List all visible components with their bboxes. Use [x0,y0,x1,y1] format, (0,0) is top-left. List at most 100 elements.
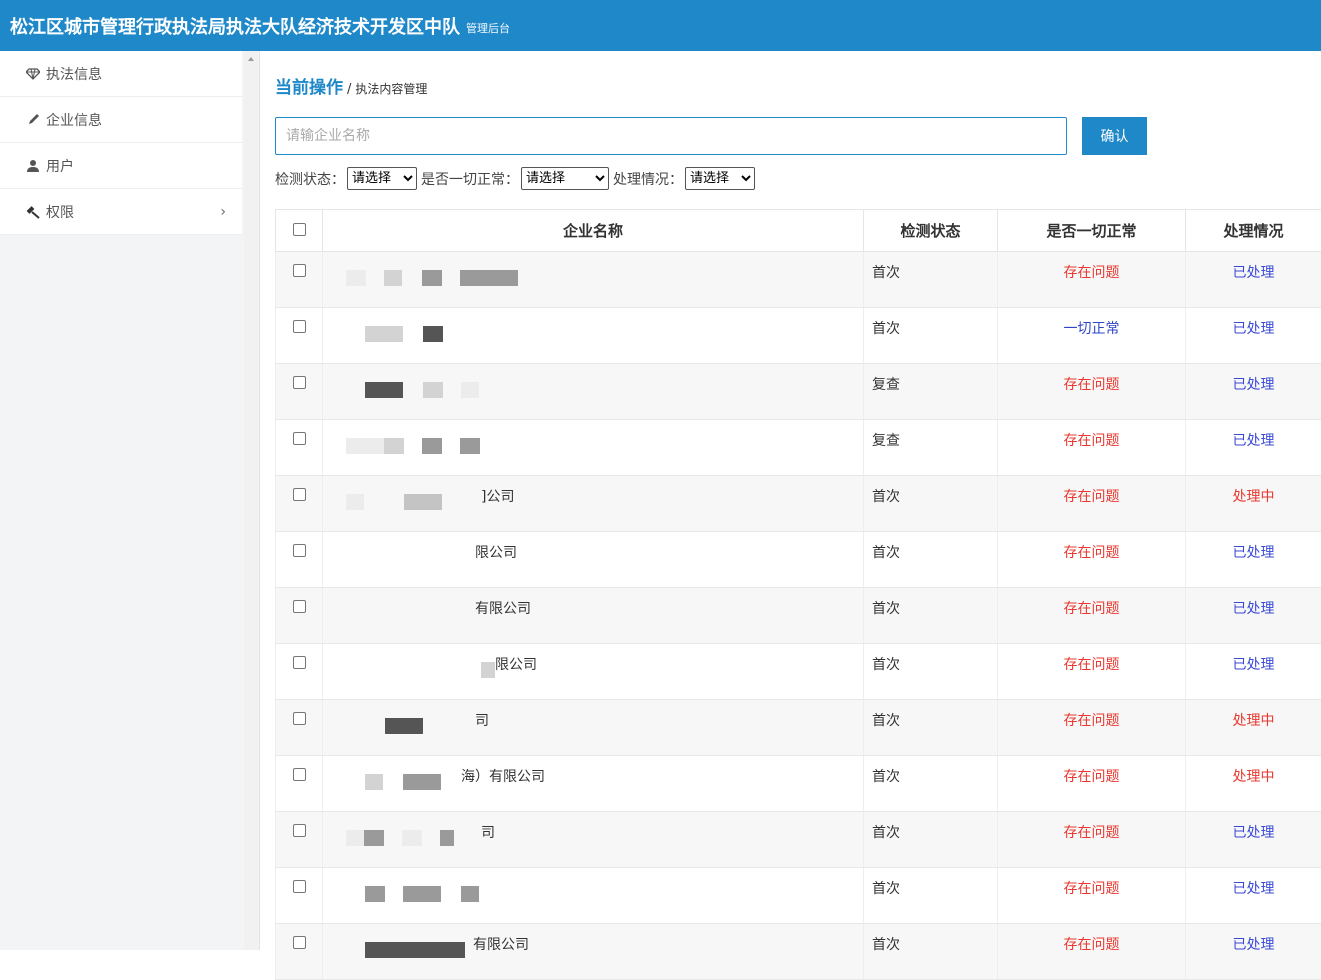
row-checkbox[interactable] [293,488,306,501]
table-row[interactable]: 海）有限公司 首次 存在问题 处理中 [276,756,1321,812]
handle-status-cell[interactable]: 已处理 [1186,868,1321,924]
normal-status-cell: 存在问题 [998,532,1186,588]
search-row: 确认 [275,117,1321,155]
detect-status-cell: 首次 [864,476,998,532]
company-name-cell [323,420,864,476]
breadcrumb-path: 执法内容管理 [355,80,427,97]
filter-label-handle-status: 处理情况： [613,169,683,189]
column-header-handle: 处理情况 [1186,210,1321,252]
company-name-cell: 限公司 [323,644,864,700]
normal-status-cell: 存在问题 [998,588,1186,644]
normal-status-cell: 存在问题 [998,924,1186,980]
company-name-cell [323,868,864,924]
row-checkbox[interactable] [293,600,306,613]
select-all-checkbox-cell[interactable] [276,210,323,252]
handle-status-cell[interactable]: 已处理 [1186,812,1321,868]
select-all-checkbox[interactable] [293,223,306,236]
handle-status-cell[interactable]: 已处理 [1186,364,1321,420]
handle-status-cell[interactable]: 已处理 [1186,308,1321,364]
row-checkbox[interactable] [293,656,306,669]
company-name-cell: 司 [323,812,864,868]
diamond-icon [24,68,42,80]
confirm-button[interactable]: 确认 [1082,117,1147,155]
search-input[interactable] [275,117,1067,155]
sidebar-item-label: 执法信息 [46,64,102,84]
filter-row: 检测状态： 请选择 是否一切正常： 请选择 处理情况： 请选择 [275,167,1321,190]
detect-status-cell: 首次 [864,700,998,756]
normal-status-cell: 存在问题 [998,420,1186,476]
handle-status-cell[interactable]: 已处理 [1186,644,1321,700]
table-row[interactable]: 复查 存在问题 已处理 [276,420,1321,476]
all-normal-select[interactable]: 请选择 [521,167,609,190]
breadcrumb: 当前操作 / 执法内容管理 [275,73,1321,98]
detect-status-select[interactable]: 请选择 [347,167,417,190]
normal-status-cell: 存在问题 [998,644,1186,700]
table-row[interactable]: 司 首次 存在问题 处理中 [276,700,1321,756]
app-title: 松江区城市管理行政执法局执法大队经济技术开发区中队 [10,13,460,39]
handle-status-cell[interactable]: 处理中 [1186,476,1321,532]
handle-status-cell[interactable]: 已处理 [1186,588,1321,644]
table-row[interactable]: 有限公司 首次 存在问题 已处理 [276,924,1321,980]
detect-status-cell: 首次 [864,308,998,364]
table-row[interactable]: 限公司 首次 存在问题 已处理 [276,532,1321,588]
company-name-cell: ]公司 [323,476,864,532]
row-checkbox[interactable] [293,544,306,557]
app-subtitle: 管理后台 [466,20,510,36]
sidebar-scrollbar[interactable] [244,51,258,950]
handle-status-cell[interactable]: 已处理 [1186,420,1321,476]
sidebar-menu: 执法信息 企业信息 用户 权限 › [0,51,242,235]
normal-status-cell: 存在问题 [998,252,1186,308]
user-icon [24,159,42,172]
row-checkbox[interactable] [293,712,306,725]
main-content: 当前操作 / 执法内容管理 确认 检测状态： 请选择 是否一切正常： 请选择 处… [275,51,1321,980]
detect-status-cell: 复查 [864,364,998,420]
handle-status-select[interactable]: 请选择 [685,167,755,190]
row-checkbox[interactable] [293,824,306,837]
handle-status-cell[interactable]: 处理中 [1186,700,1321,756]
handle-status-cell[interactable]: 处理中 [1186,756,1321,812]
table-header-row: 企业名称 检测状态 是否一切正常 处理情况 [276,210,1321,252]
row-checkbox[interactable] [293,376,306,389]
row-checkbox[interactable] [293,768,306,781]
table-row[interactable]: 首次 存在问题 已处理 [276,252,1321,308]
table-row[interactable]: 复查 存在问题 已处理 [276,364,1321,420]
handle-status-cell[interactable]: 已处理 [1186,924,1321,980]
company-name-cell: 司 [323,700,864,756]
chevron-right-icon: › [220,204,226,220]
normal-status-cell: 存在问题 [998,700,1186,756]
row-checkbox[interactable] [293,880,306,893]
company-name-cell: 有限公司 [323,588,864,644]
handle-status-cell[interactable]: 已处理 [1186,532,1321,588]
row-checkbox[interactable] [293,264,306,277]
top-header-bar: 松江区城市管理行政执法局执法大队经济技术开发区中队 管理后台 [0,0,1321,51]
detect-status-cell: 复查 [864,420,998,476]
filter-label-detect-status: 检测状态： [275,169,345,189]
sidebar-item-permission[interactable]: 权限 › [0,189,242,235]
table-row[interactable]: ]公司 首次 存在问题 处理中 [276,476,1321,532]
row-checkbox[interactable] [293,432,306,445]
row-checkbox[interactable] [293,320,306,333]
company-name-cell: 限公司 [323,532,864,588]
table-row[interactable]: 司 首次 存在问题 已处理 [276,812,1321,868]
row-checkbox[interactable] [293,936,306,949]
column-header-name: 企业名称 [323,210,864,252]
table-row[interactable]: 首次 存在问题 已处理 [276,868,1321,924]
handle-status-cell[interactable]: 已处理 [1186,252,1321,308]
sidebar-item-user[interactable]: 用户 [0,143,242,189]
detect-status-cell: 首次 [864,532,998,588]
detect-status-cell: 首次 [864,924,998,980]
normal-status-cell: 存在问题 [998,476,1186,532]
sidebar-item-label: 用户 [46,156,74,176]
detect-status-cell: 首次 [864,588,998,644]
sidebar-item-enterprise-info[interactable]: 企业信息 [0,97,242,143]
table-row[interactable]: 有限公司 首次 存在问题 已处理 [276,588,1321,644]
sidebar-item-enforcement-info[interactable]: 执法信息 [0,51,242,97]
gavel-icon [24,205,42,219]
column-header-normal: 是否一切正常 [998,210,1186,252]
company-name-cell: 海）有限公司 [323,756,864,812]
scroll-up-arrow-icon[interactable] [248,57,254,61]
table-row[interactable]: 首次 一切正常 已处理 [276,308,1321,364]
detect-status-cell: 首次 [864,812,998,868]
normal-status-cell: 存在问题 [998,812,1186,868]
table-row[interactable]: 限公司 首次 存在问题 已处理 [276,644,1321,700]
